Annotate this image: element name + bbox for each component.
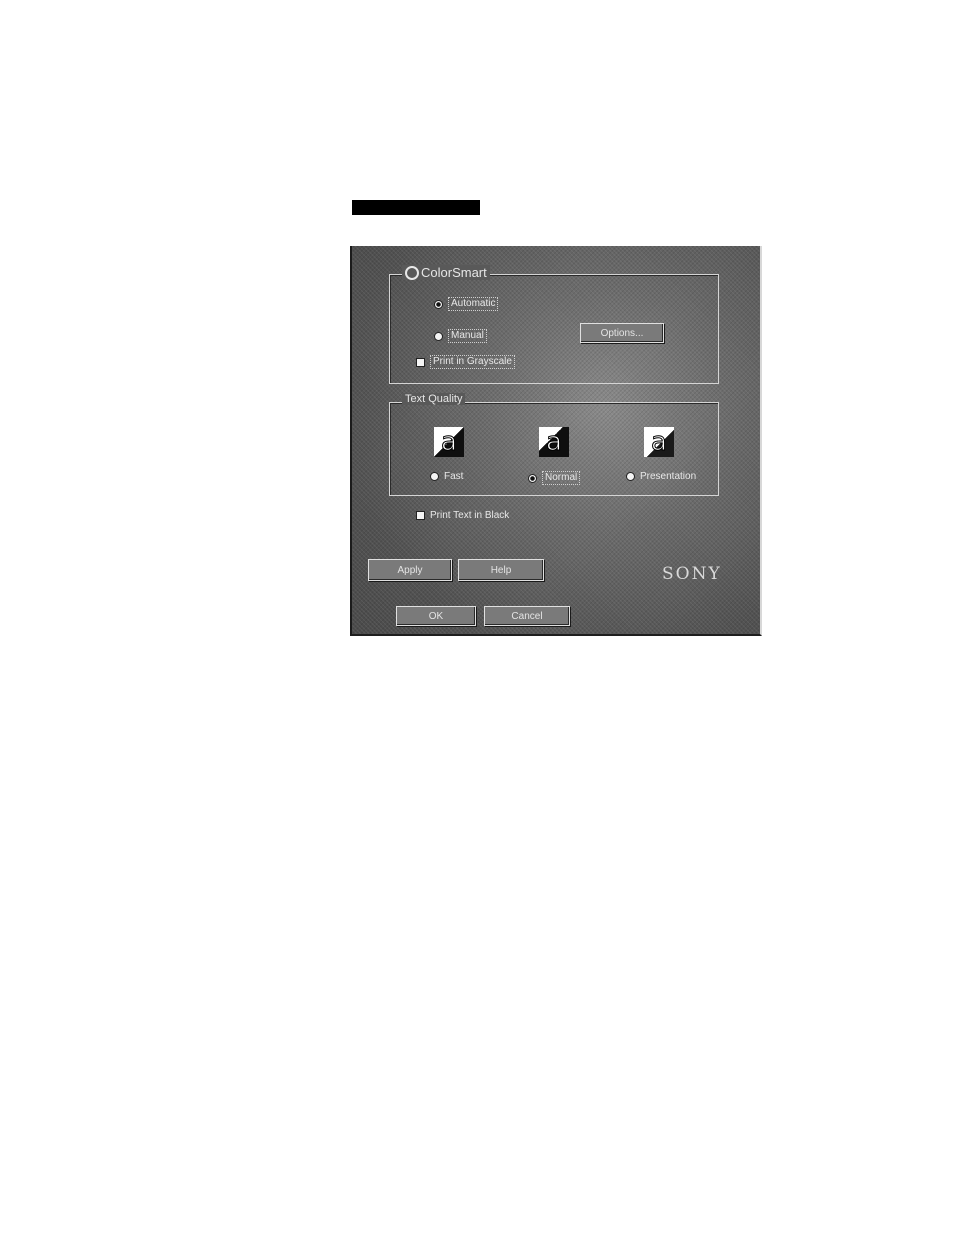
text-quality-group: Text Quality a a a Fast Normal Presentat… bbox=[389, 393, 719, 496]
colorsmart-group: ColorSmart Automatic Manual Options... P… bbox=[389, 265, 719, 384]
colorsmart-logo-icon bbox=[405, 265, 419, 280]
radio-automatic-label: Automatic bbox=[448, 297, 499, 311]
radio-presentation-label: Presentation bbox=[640, 471, 697, 482]
radio-manual-indicator[interactable] bbox=[434, 331, 443, 341]
normal-preview-icon: a bbox=[539, 427, 569, 457]
radio-presentation-indicator[interactable] bbox=[626, 472, 635, 481]
ok-button[interactable]: OK bbox=[396, 606, 476, 626]
sony-logo: SONY bbox=[662, 564, 722, 584]
radio-manual-label: Manual bbox=[448, 329, 487, 343]
cancel-button[interactable]: Cancel bbox=[484, 606, 570, 626]
radio-automatic[interactable]: Automatic bbox=[434, 297, 499, 311]
grayscale-checkbox-label: Print in Grayscale bbox=[430, 355, 515, 369]
radio-fast-label: Fast bbox=[444, 471, 464, 482]
radio-fast-indicator[interactable] bbox=[430, 472, 439, 481]
text-quality-legend: Text Quality bbox=[402, 393, 466, 405]
radio-normal-indicator[interactable] bbox=[528, 473, 537, 483]
radio-normal-label: Normal bbox=[542, 471, 581, 485]
options-button[interactable]: Options... bbox=[580, 323, 664, 343]
section-header-bar bbox=[352, 200, 480, 215]
presentation-preview-icon: a bbox=[644, 427, 674, 457]
radio-fast[interactable]: Fast bbox=[430, 471, 463, 482]
grayscale-checkbox[interactable]: Print in Grayscale bbox=[416, 355, 515, 369]
grayscale-checkbox-box[interactable] bbox=[416, 357, 425, 367]
radio-manual[interactable]: Manual bbox=[434, 329, 487, 343]
print-settings-dialog: ColorSmart Automatic Manual Options... P… bbox=[350, 246, 762, 636]
apply-button[interactable]: Apply bbox=[368, 559, 452, 581]
black-text-checkbox-box[interactable] bbox=[416, 511, 425, 520]
radio-automatic-indicator[interactable] bbox=[434, 299, 443, 309]
black-text-checkbox-label: Print Text in Black bbox=[430, 510, 510, 521]
radio-normal[interactable]: Normal bbox=[528, 471, 581, 485]
fast-preview-icon: a bbox=[434, 427, 464, 457]
radio-presentation[interactable]: Presentation bbox=[626, 471, 696, 482]
help-button[interactable]: Help bbox=[458, 559, 544, 581]
colorsmart-legend: ColorSmart bbox=[402, 265, 490, 280]
colorsmart-title: ColorSmart bbox=[421, 265, 487, 280]
black-text-checkbox[interactable]: Print Text in Black bbox=[416, 510, 509, 521]
